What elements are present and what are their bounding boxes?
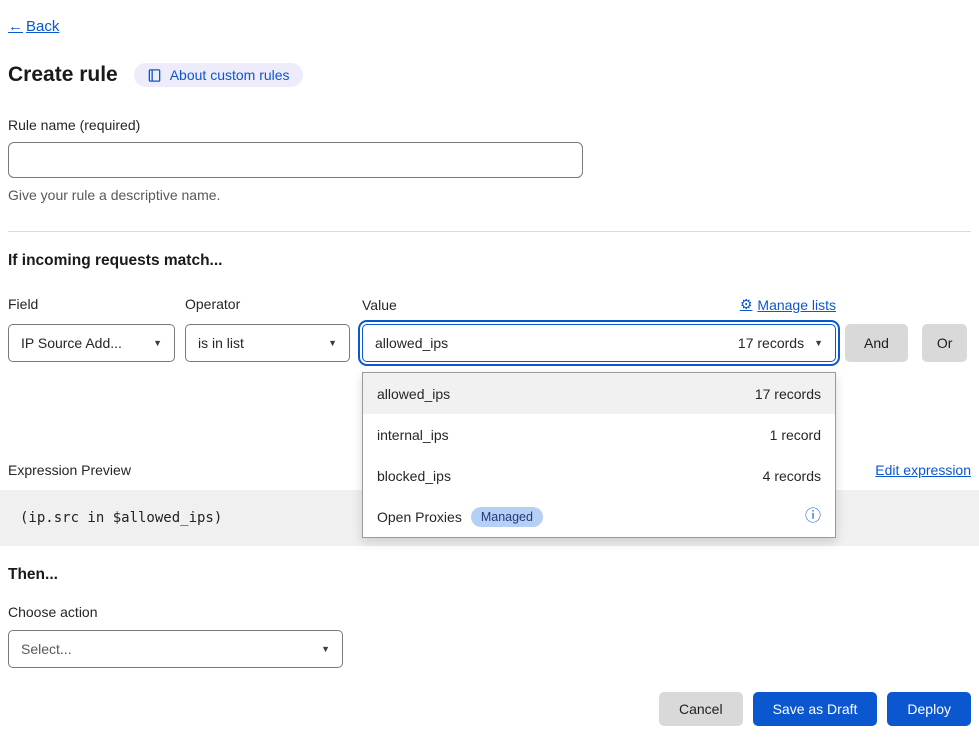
field-select[interactable]: IP Source Add... ▼ [8,324,175,362]
manage-lists-link[interactable]: ⚙ Manage lists [740,296,836,313]
managed-badge: Managed [471,507,543,527]
value-label: Value [362,297,397,313]
save-draft-button[interactable]: Save as Draft [753,692,878,726]
option-name: Open Proxies [377,509,462,525]
expression-preview-label: Expression Preview [8,462,131,478]
create-rule-page: ← Back Create rule About custom rules Ru… [0,0,979,726]
rule-name-help: Give your rule a descriptive name. [8,187,971,203]
chevron-down-icon: ▼ [328,338,337,348]
chevron-down-icon: ▼ [321,644,330,654]
field-select-value: IP Source Add... [21,335,122,351]
option-name: allowed_ips [377,386,450,402]
field-label: Field [8,296,175,313]
list-option-allowed-ips[interactable]: allowed_ips 17 records [363,373,835,414]
option-name: internal_ips [377,427,449,443]
then-section-title: Then... [8,566,971,584]
back-link[interactable]: ← Back [8,18,59,35]
option-records: 4 records [763,468,821,484]
match-section-title: If incoming requests match... [8,252,971,270]
option-records: 1 record [770,427,821,443]
choose-action-label: Choose action [8,604,971,620]
deploy-button[interactable]: Deploy [887,692,971,726]
field-column: Field IP Source Add... ▼ [8,296,175,362]
book-icon [147,68,162,83]
cancel-button[interactable]: Cancel [659,692,743,726]
operator-select[interactable]: is in list ▼ [185,324,350,362]
chevron-down-icon: ▼ [153,338,162,348]
option-records: 17 records [755,386,821,402]
chevron-down-icon: ▼ [814,338,823,348]
operator-select-value: is in list [198,335,244,351]
divider [8,231,971,232]
operator-label: Operator [185,296,350,313]
action-select[interactable]: Select... ▼ [8,630,343,668]
and-button[interactable]: And [845,324,908,362]
back-label: Back [26,18,59,35]
about-custom-rules-label: About custom rules [170,67,290,83]
option-name: blocked_ips [377,468,451,484]
list-option-blocked-ips[interactable]: blocked_ips 4 records [363,455,835,496]
rule-name-label: Rule name (required) [8,117,971,133]
list-dropdown: allowed_ips 17 records internal_ips 1 re… [362,372,836,538]
page-title: Create rule [8,63,118,87]
expression-code: (ip.src in $allowed_ips) [20,510,222,526]
rule-name-input[interactable] [8,142,583,178]
match-row: Field IP Source Add... ▼ Operator is in … [8,296,971,362]
value-column: Value ⚙ Manage lists allowed_ips 17 reco… [362,296,836,362]
action-select-placeholder: Select... [21,641,72,657]
operator-column: Operator is in list ▼ [185,296,350,362]
edit-expression-link[interactable]: Edit expression [875,462,971,478]
value-select-value: allowed_ips [375,335,448,351]
title-row: Create rule About custom rules [8,63,971,87]
about-custom-rules-badge[interactable]: About custom rules [134,63,303,87]
footer-actions: Cancel Save as Draft Deploy [8,692,971,726]
value-select[interactable]: allowed_ips 17 records ▼ [362,324,836,362]
back-arrow-icon: ← [8,18,23,35]
info-icon[interactable]: ⓘ [805,509,821,525]
value-select-records: 17 records [738,335,804,351]
manage-lists-label: Manage lists [757,297,836,313]
or-button[interactable]: Or [922,324,968,362]
and-or-buttons: And Or [845,296,967,362]
list-option-open-proxies[interactable]: Open Proxies Managed ⓘ [363,496,835,537]
gear-icon: ⚙ [740,296,753,313]
list-option-internal-ips[interactable]: internal_ips 1 record [363,414,835,455]
